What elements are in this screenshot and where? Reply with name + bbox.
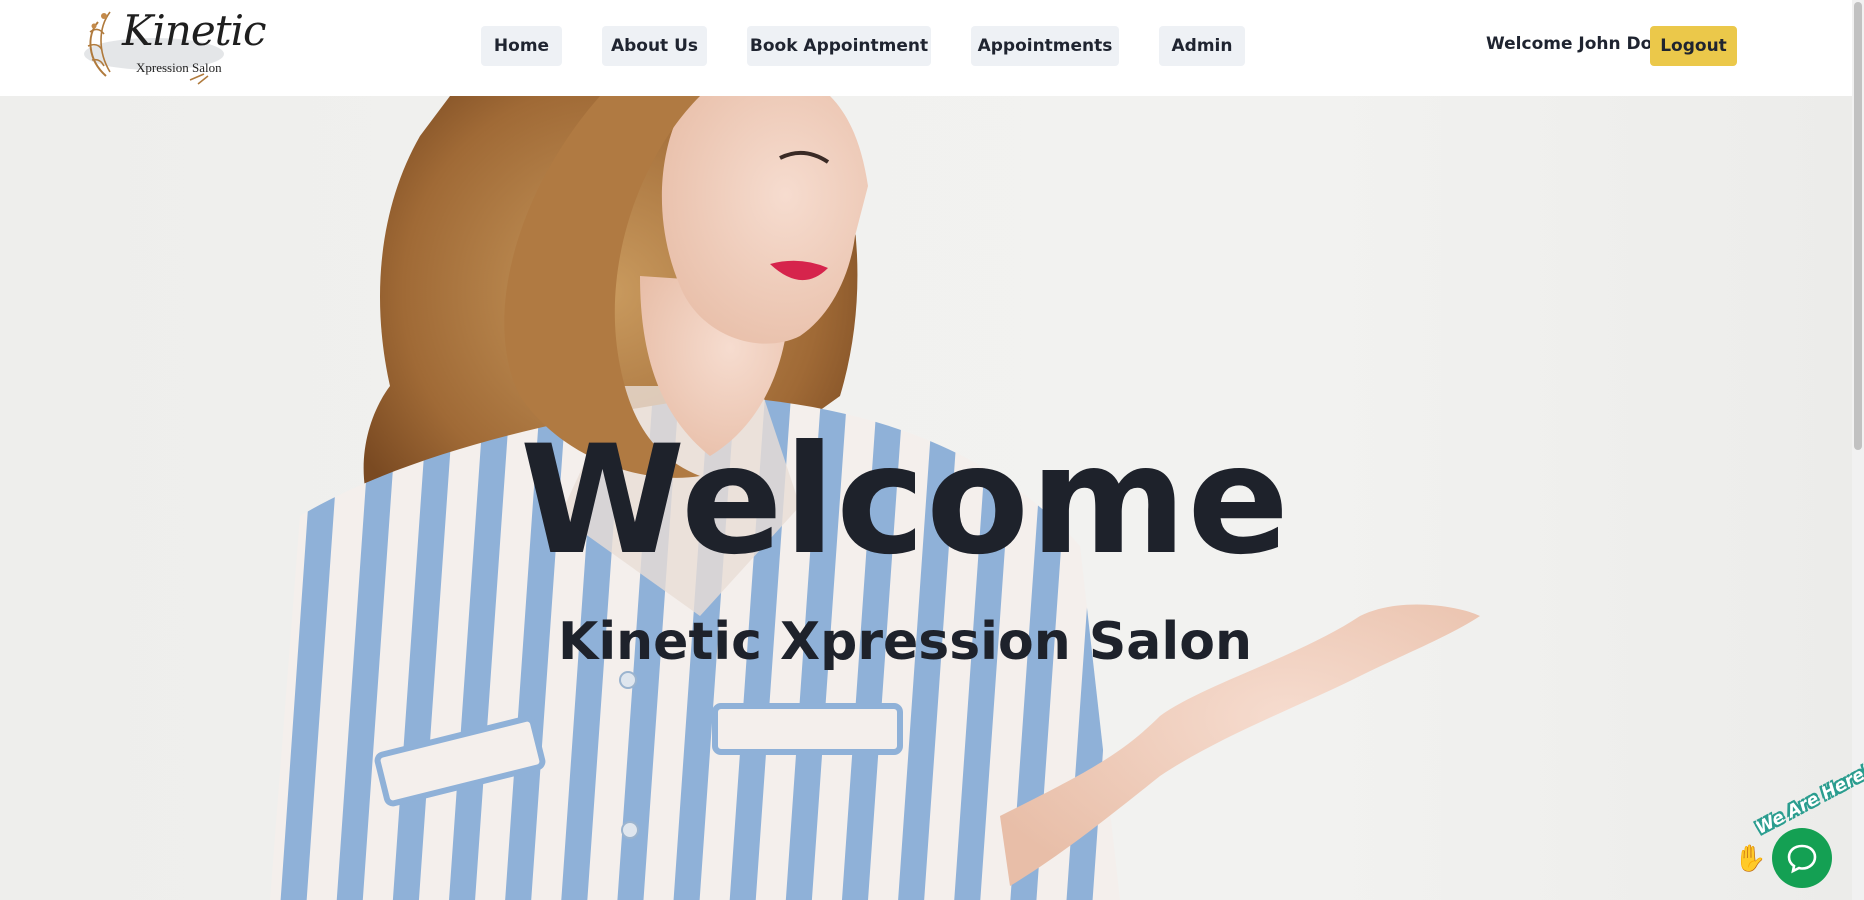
chat-widget[interactable]: We Are Here! ✋ [1730, 761, 1864, 900]
nav-about-us-button[interactable]: About Us [602, 26, 707, 66]
site-header: Kinetic Xpression Salon Home About Us Bo… [0, 0, 1864, 96]
logout-button[interactable]: Logout [1650, 26, 1737, 66]
waving-hand-icon: ✋ [1734, 844, 1767, 874]
logo-wordmark: Kinetic [122, 6, 267, 55]
hero-subtitle: Kinetic Xpression Salon [558, 612, 1252, 672]
nav-appointments-button[interactable]: Appointments [971, 26, 1119, 66]
logo-tagline: Xpression Salon [136, 60, 222, 75]
site-logo[interactable]: Kinetic Xpression Salon [80, 2, 267, 94]
hero-title: Welcome [519, 414, 1291, 588]
hero-banner: Welcome Kinetic Xpression Salon [0, 96, 1864, 900]
page-scrollbar-thumb[interactable] [1854, 2, 1862, 450]
nav-home-button[interactable]: Home [481, 26, 562, 66]
chat-bubble-icon [1787, 844, 1817, 874]
user-greeting: Welcome John Doe [1486, 34, 1664, 54]
nav-admin-button[interactable]: Admin [1159, 26, 1245, 66]
chat-bubble-button[interactable] [1772, 828, 1832, 888]
nav-book-appointment-button[interactable]: Book Appointment [747, 26, 931, 66]
